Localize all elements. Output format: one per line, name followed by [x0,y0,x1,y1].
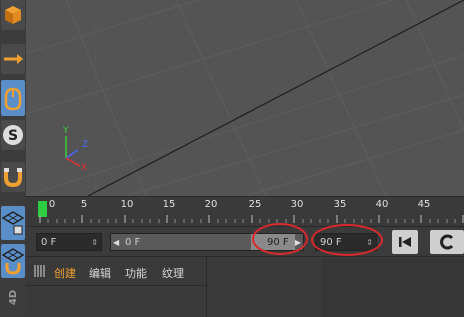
grip-icon[interactable] [34,265,46,277]
svg-text:S: S [8,128,18,144]
3d-viewport[interactable]: Y Z X [26,0,464,196]
cinema4d-logo-button[interactable] [430,230,464,254]
annotation-circle [311,224,383,256]
panel-divider [206,257,207,317]
tick-label: 30 [290,199,304,210]
menu-function[interactable]: 功能 [125,265,147,281]
spinner-icon[interactable]: ⇕ [91,234,98,252]
object-manager-menubar: 创建 编辑 功能 纹理 [26,256,464,317]
mouse-tool-button[interactable] [1,80,25,116]
grid-lock-button[interactable] [1,206,25,240]
tick-label: 10 [120,199,134,210]
tick-label: 35 [333,199,347,210]
menubar-divider [26,285,206,286]
arrow-right-icon [4,54,23,64]
go-to-start-button[interactable] [392,230,418,254]
axis-y-label: Y [63,126,69,136]
annotation-circle [252,223,308,255]
move-arrow-button[interactable] [1,44,25,74]
cube-icon [5,6,21,24]
skip-to-start-icon [399,237,411,247]
axis-x-label: X [81,163,88,173]
horizon-axis-line [87,0,464,196]
spline-tool-button[interactable]: S [1,120,25,150]
frame-range-controls: 0 F ⇕ ◀ 0 F 90 F ▶ 90 F ⇕ [26,226,464,257]
ruler-ticks [39,215,464,223]
grid-magnet-button[interactable] [1,244,25,278]
attribute-panel [322,259,464,317]
grid-magnet-icon [2,248,24,275]
tick-label: 40 [375,199,389,210]
mouse-icon [4,87,22,111]
axis-z-label: Z [82,140,89,150]
grid-lock-icon [2,211,24,235]
tick-label: 25 [248,199,262,210]
side-brand-label: 4D [8,289,20,306]
timeline-ruler[interactable]: 0 5 10 15 20 25 30 35 40 45 [26,196,464,227]
viewport-grid [26,0,464,196]
menu-create[interactable]: 创建 [54,265,76,281]
menu-edit[interactable]: 编辑 [89,265,111,281]
range-left-arrow-icon[interactable]: ◀ [113,234,119,252]
menu-texture[interactable]: 纹理 [162,265,184,281]
c4d-logo-icon [440,234,454,250]
range-start-value: 0 F [125,237,141,248]
tick-label: 5 [80,199,88,210]
tick-label: 15 [162,199,176,210]
start-frame-value: 0 F [41,237,57,248]
magnet-icon [4,168,22,188]
start-frame-field[interactable]: 0 F ⇕ [36,233,102,251]
s-badge-icon: S [3,125,23,145]
magnet-tool-button[interactable] [1,162,25,192]
tick-label: 20 [204,199,218,210]
cube-tool-button[interactable] [1,0,25,30]
tick-label: 0 [48,199,56,210]
tick-label: 45 [417,199,431,210]
left-toolbar: S 4D [0,0,27,316]
